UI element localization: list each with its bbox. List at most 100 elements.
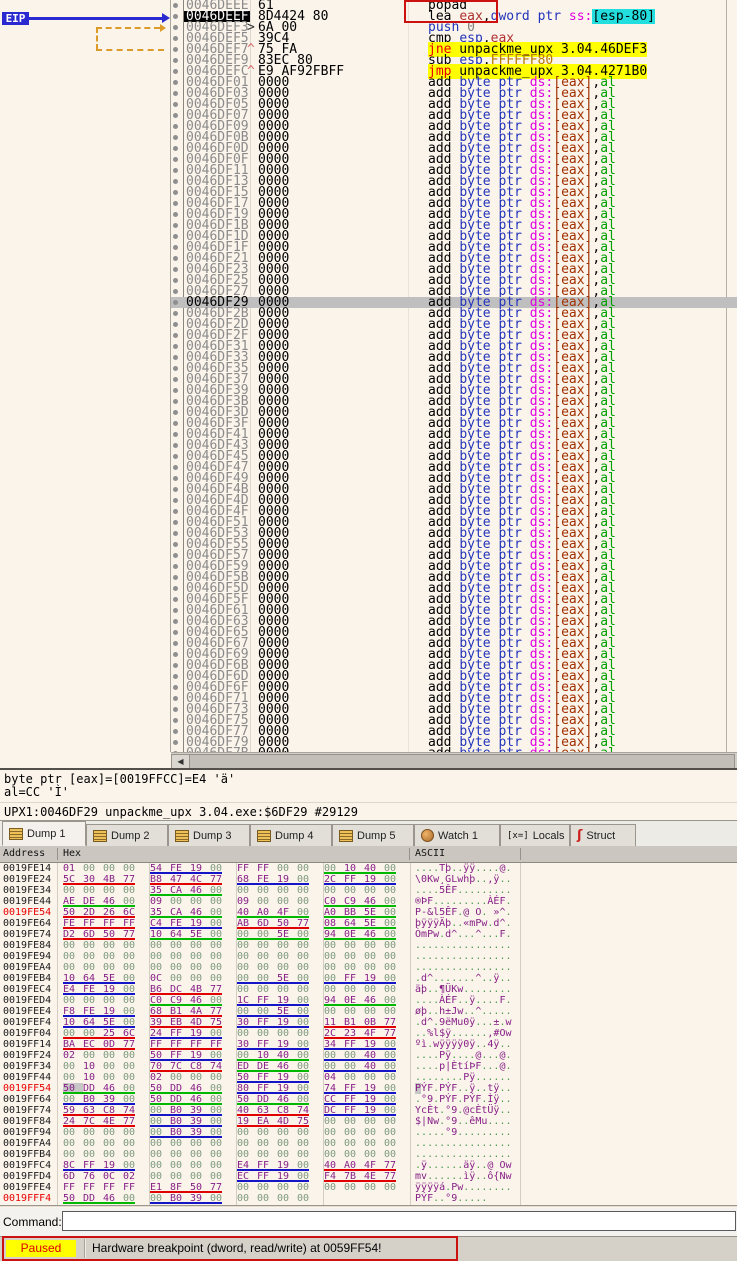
hex-byte[interactable]: 00 [190, 940, 210, 951]
hex-byte[interactable]: 00 [344, 1072, 364, 1083]
hex-byte[interactable]: 00 [237, 984, 257, 995]
hex-byte[interactable]: 00 [364, 1138, 384, 1149]
disasm-row[interactable]: 0046DF19 0000 add byte ptr ds:[eax],al [0, 208, 737, 221]
disasm-row[interactable]: 0046DF09 0000 add byte ptr ds:[eax],al [0, 120, 737, 133]
hex-byte[interactable]: 00 [344, 1116, 364, 1127]
breakpoint-dot-icon[interactable] [173, 465, 178, 470]
hex-byte[interactable]: 00 [297, 896, 317, 907]
hex-byte[interactable]: 00 [63, 962, 83, 973]
hex-byte[interactable]: 00 [257, 940, 277, 951]
hex-byte[interactable]: 00 [83, 962, 103, 973]
hex-byte[interactable]: 00 [210, 962, 230, 973]
hex-byte[interactable]: 00 [63, 1127, 83, 1138]
hex-byte[interactable]: 00 [123, 885, 143, 896]
hex-byte[interactable]: 00 [324, 984, 344, 995]
hex-byte[interactable]: 00 [384, 962, 404, 973]
hex-byte[interactable]: FF [63, 1182, 83, 1193]
hex-byte[interactable]: 00 [210, 1149, 230, 1160]
hex-byte[interactable]: 00 [170, 1138, 190, 1149]
hex-byte[interactable]: 00 [210, 1171, 230, 1182]
hex-byte[interactable]: 00 [344, 940, 364, 951]
breakpoint-dot-icon[interactable] [173, 410, 178, 415]
breakpoint-dot-icon[interactable] [173, 344, 178, 349]
disasm-row[interactable]: 0046DF6D 0000 add byte ptr ds:[eax],al [0, 670, 737, 683]
breakpoint-dot-icon[interactable] [173, 421, 178, 426]
hex-byte[interactable]: 00 [103, 1050, 123, 1061]
disasm-row[interactable]: 0046DF23 0000 add byte ptr ds:[eax],al [0, 263, 737, 276]
breakpoint-dot-icon[interactable] [173, 179, 178, 184]
hex-byte[interactable]: 00 [237, 1193, 257, 1204]
breakpoint-dot-icon[interactable] [173, 124, 178, 129]
hex-byte[interactable]: 00 [123, 1072, 143, 1083]
dump-row[interactable]: 0019FEC4 E4 FE 19 00 B6 DC 4B 77 00 00 00 00 00 00 00 00… [0, 984, 737, 995]
hex-byte[interactable]: 00 [190, 896, 210, 907]
dump-row[interactable]: 0019FFD4 6D 76 0C 02 00 00 00 00 EC FF 19 00 F4 7B 4E 77… [0, 1171, 737, 1182]
hex-byte[interactable]: 00 [324, 1006, 344, 1017]
hex-byte[interactable]: FF [237, 863, 257, 874]
hex-byte[interactable]: 00 [324, 940, 344, 951]
breakpoint-dot-icon[interactable] [173, 135, 178, 140]
hex-byte[interactable]: 00 [257, 1182, 277, 1193]
disasm-row[interactable]: 0046DF4B 0000 add byte ptr ds:[eax],al [0, 483, 737, 496]
disasm-row[interactable]: 0046DF5B 0000 add byte ptr ds:[eax],al [0, 571, 737, 584]
disasm-row[interactable]: 0046DF13 0000 add byte ptr ds:[eax],al [0, 175, 737, 188]
breakpoint-dot-icon[interactable] [173, 575, 178, 580]
hex-byte[interactable]: 09 [150, 896, 170, 907]
disasm-row[interactable]: 0046DF07 0000 add byte ptr ds:[eax],al [0, 109, 737, 122]
disasm-row[interactable]: 0046DF79 0000 add byte ptr ds:[eax],al [0, 736, 737, 749]
hex-byte[interactable]: 00 [344, 951, 364, 962]
hex-byte[interactable]: 00 [150, 1149, 170, 1160]
hex-byte[interactable]: 00 [384, 1149, 404, 1160]
hex-byte[interactable]: 00 [123, 1127, 143, 1138]
hex-byte[interactable]: 00 [63, 885, 83, 896]
breakpoint-dot-icon[interactable] [173, 201, 178, 206]
hex-byte[interactable]: 00 [297, 1138, 317, 1149]
dump-row[interactable]: 0019FE94 00 00 00 00 00 00 00 00 00 00 00 00 00 00 00 00… [0, 951, 737, 962]
hex-byte[interactable]: 00 [150, 1160, 170, 1171]
disasm-row[interactable]: 0046DF29 0000 add byte ptr ds:[eax],al [0, 296, 737, 309]
hex-byte[interactable]: 00 [123, 951, 143, 962]
hex-byte[interactable]: 00 [344, 1149, 364, 1160]
hex-byte[interactable]: 00 [190, 951, 210, 962]
disasm-row[interactable]: 0046DF3F 0000 add byte ptr ds:[eax],al [0, 417, 737, 430]
hex-byte[interactable]: 00 [324, 1127, 344, 1138]
dump-row[interactable]: 0019FFE4 FF FF FF FF E1 8F 50 77 00 00 00 00 00 00 00 00… [0, 1182, 737, 1193]
disasm-row[interactable]: 0046DF43 0000 add byte ptr ds:[eax],al [0, 439, 737, 452]
hex-byte[interactable]: 00 [83, 885, 103, 896]
hex-byte[interactable]: 00 [237, 885, 257, 896]
disasm-row[interactable]: 0046DF39 0000 add byte ptr ds:[eax],al [0, 384, 737, 397]
hex-byte[interactable]: 00 [63, 1138, 83, 1149]
hex-byte[interactable]: 00 [123, 1050, 143, 1061]
disasm-row[interactable]: 0046DF59 0000 add byte ptr ds:[eax],al [0, 560, 737, 573]
hex-byte[interactable]: 00 [344, 962, 364, 973]
hex-byte[interactable]: 00 [384, 1138, 404, 1149]
hex-byte[interactable]: 00 [364, 1006, 384, 1017]
hex-byte[interactable]: 00 [344, 1138, 364, 1149]
disasm-row[interactable]: 0046DF2D 0000 add byte ptr ds:[eax],al [0, 318, 737, 331]
disasm-row[interactable]: 0046DF5D 0000 add byte ptr ds:[eax],al [0, 582, 737, 595]
hex-byte[interactable]: 04 [324, 1072, 344, 1083]
breakpoint-dot-icon[interactable] [173, 619, 178, 624]
dump-row[interactable]: 0019FFB4 00 00 00 00 00 00 00 00 00 00 00 00 00 00 00 00… [0, 1149, 737, 1160]
disasm-row[interactable]: 0046DF65 0000 add byte ptr ds:[eax],al [0, 626, 737, 639]
hex-byte[interactable]: 00 [277, 984, 297, 995]
dump-row[interactable]: 0019FF54 50 DD 46 00 50 DD 46 00 80 FF 19 00 74 FF 19 00… [0, 1083, 737, 1094]
hex-byte[interactable]: 00 [210, 951, 230, 962]
disasm-row[interactable]: 0046DF75 0000 add byte ptr ds:[eax],al [0, 714, 737, 727]
hex-byte[interactable]: 00 [123, 1061, 143, 1072]
disasm-row[interactable]: 0046DF0B 0000 add byte ptr ds:[eax],al [0, 131, 737, 144]
breakpoint-dot-icon[interactable] [173, 707, 178, 712]
hex-byte[interactable]: 00 [63, 995, 83, 1006]
breakpoint-dot-icon[interactable] [173, 487, 178, 492]
hex-byte[interactable]: 00 [190, 1171, 210, 1182]
hex-byte[interactable]: 00 [277, 1138, 297, 1149]
breakpoint-dot-icon[interactable] [173, 641, 178, 646]
breakpoint-dot-icon[interactable] [173, 322, 178, 327]
tab-dump-1[interactable]: Dump 1 [2, 821, 86, 846]
hex-byte[interactable]: 00 [170, 1149, 190, 1160]
dump-row[interactable]: 0019FFA4 00 00 00 00 00 00 00 00 00 00 00 00 00 00 00 00… [0, 1138, 737, 1149]
disasm-row[interactable]: 0046DF27 0000 add byte ptr ds:[eax],al [0, 285, 737, 298]
hex-byte[interactable]: 00 [384, 885, 404, 896]
disasm-row[interactable]: 0046DF6F 0000 add byte ptr ds:[eax],al [0, 681, 737, 694]
dump-row[interactable]: 0019FEB4 10 64 5E 00 0C 00 00 00 00 00 5E 00 00 FF 19 00… [0, 973, 737, 984]
